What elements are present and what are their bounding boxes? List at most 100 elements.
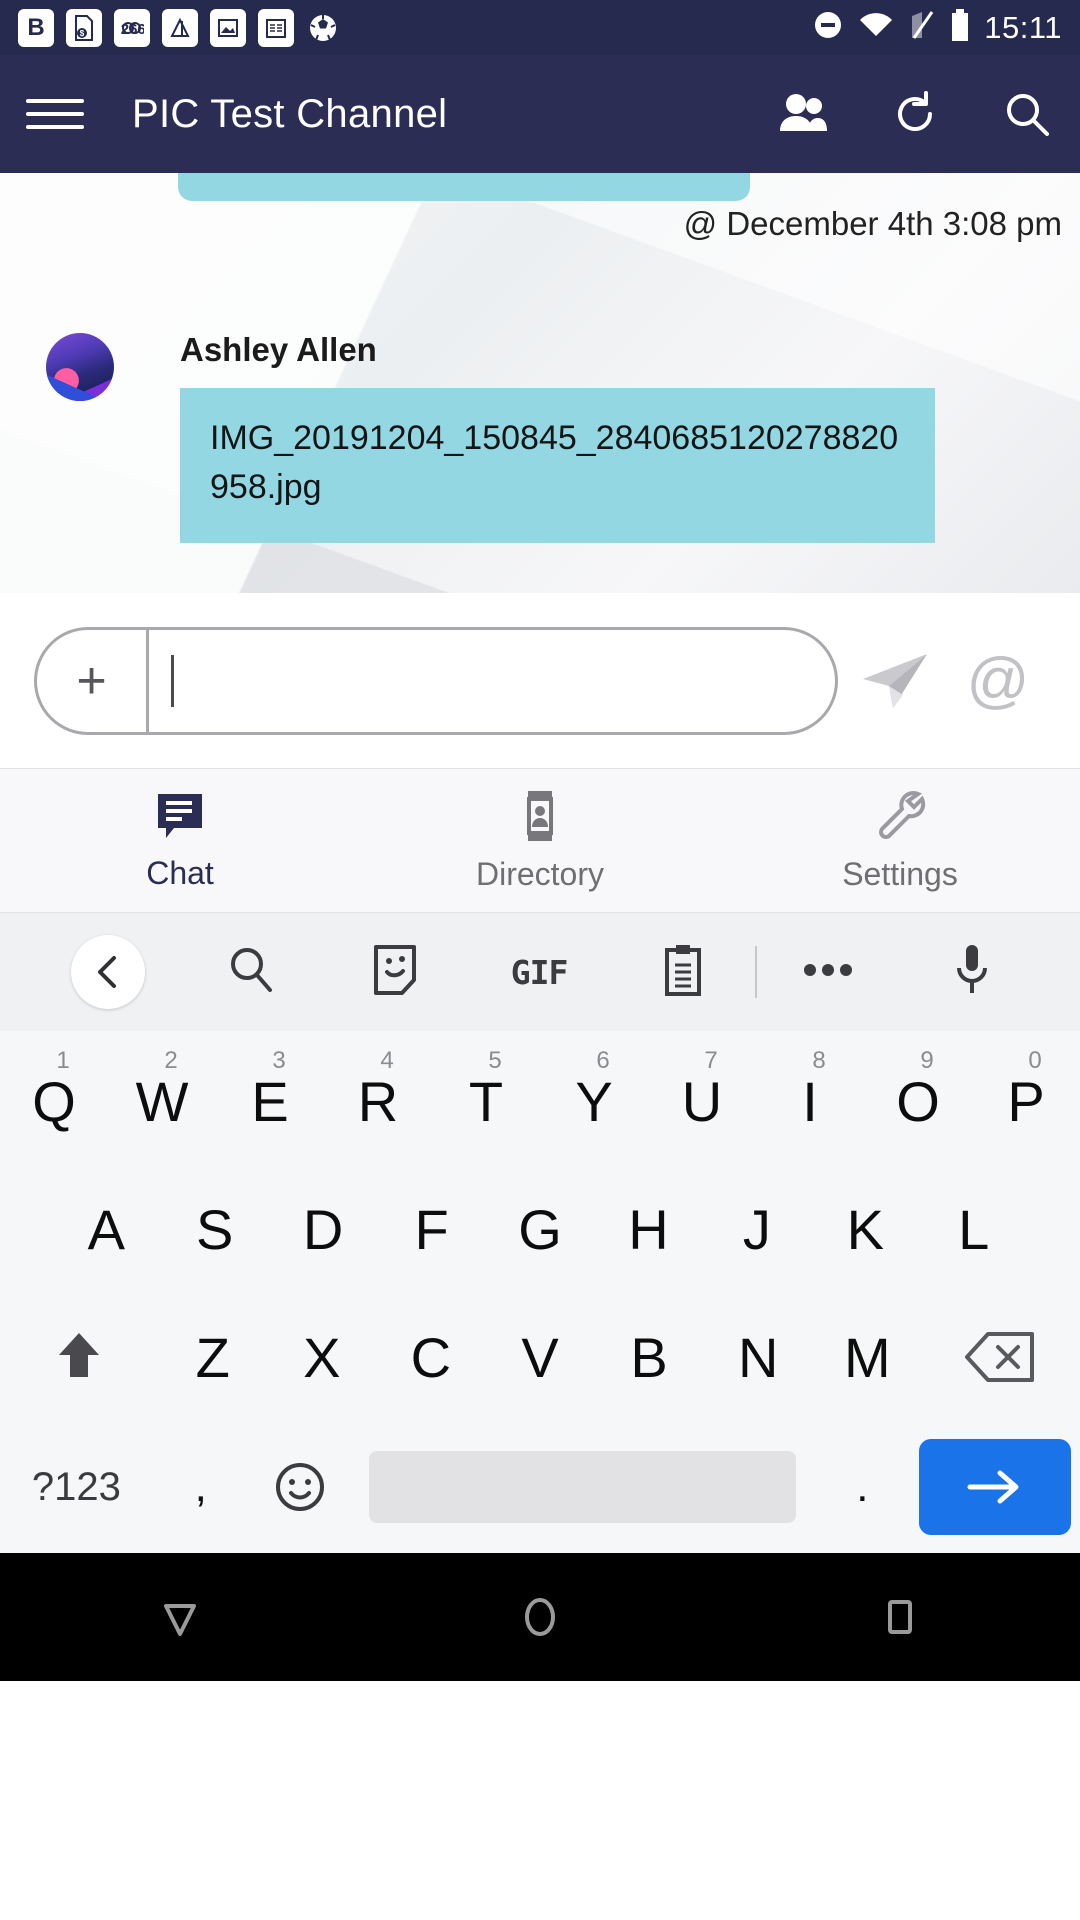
- key-X[interactable]: X: [267, 1293, 376, 1421]
- comma-key[interactable]: ,: [153, 1462, 249, 1512]
- keyboard-back-button[interactable]: [36, 935, 180, 1009]
- gif-icon: GIF: [510, 952, 569, 992]
- mention-button[interactable]: @: [950, 645, 1046, 716]
- keyboard-more-button[interactable]: [757, 960, 901, 985]
- keyboard-search-button[interactable]: [180, 945, 324, 1000]
- add-attachment-button[interactable]: +: [37, 629, 149, 732]
- key-K[interactable]: K: [811, 1165, 919, 1293]
- key-P[interactable]: 0P: [972, 1037, 1080, 1165]
- keyboard-sticker-button[interactable]: [323, 944, 467, 1001]
- key-sup: 9: [920, 1047, 934, 1074]
- chat-bubble-icon: [152, 790, 208, 847]
- key-V[interactable]: V: [485, 1293, 594, 1421]
- do-not-disturb-icon: [812, 9, 844, 46]
- bottom-tab-bar: Chat Directory Settings: [0, 769, 1080, 913]
- keyboard-mic-button[interactable]: [900, 943, 1044, 1002]
- key-C[interactable]: C: [376, 1293, 485, 1421]
- message-bubble[interactable]: IMG_20191204_150845_2840685120278820958.…: [180, 388, 935, 543]
- android-navigation-bar: [0, 1553, 1080, 1681]
- key-U[interactable]: 7U: [648, 1037, 756, 1165]
- key-O[interactable]: 9O: [864, 1037, 972, 1165]
- photos-app-icon: [210, 8, 246, 47]
- invoice-app-icon: $: [66, 8, 102, 47]
- more-options-icon: [801, 960, 855, 985]
- keyboard-keys: 1Q 2W 3E 4R 5T 6Y 7U 8I 9O 0P A S D F G …: [0, 1031, 1080, 1553]
- key-A[interactable]: A: [52, 1165, 160, 1293]
- no-sim-icon: [908, 10, 936, 45]
- shift-key[interactable]: [0, 1293, 158, 1421]
- key-H[interactable]: H: [594, 1165, 702, 1293]
- message-sender-name: Ashley Allen: [180, 331, 377, 368]
- key-R[interactable]: 4R: [324, 1037, 432, 1165]
- back-button[interactable]: [0, 1590, 360, 1644]
- keyboard-clipboard-button[interactable]: [611, 943, 755, 1002]
- status-bar: B $ \u266B: [0, 0, 1080, 55]
- key-N[interactable]: N: [704, 1293, 813, 1421]
- key-L[interactable]: L: [920, 1165, 1028, 1293]
- key-D[interactable]: D: [269, 1165, 377, 1293]
- battery-icon: [950, 9, 970, 46]
- key-Q[interactable]: 1Q: [0, 1037, 108, 1165]
- enter-key[interactable]: [910, 1439, 1080, 1535]
- tab-directory[interactable]: Directory: [360, 769, 720, 912]
- refresh-icon[interactable]: [888, 87, 942, 141]
- key-S[interactable]: S: [160, 1165, 268, 1293]
- key-M[interactable]: M: [813, 1293, 922, 1421]
- recents-button[interactable]: [720, 1590, 1080, 1644]
- sticker-icon: [372, 944, 418, 1001]
- key-sup: 3: [272, 1047, 286, 1074]
- keyboard-gif-button[interactable]: GIF: [467, 953, 611, 992]
- ad-app-icon: [162, 8, 198, 47]
- composer-input-wrapper[interactable]: +: [34, 626, 838, 735]
- key-label: T: [468, 1069, 504, 1133]
- avatar[interactable]: [46, 333, 114, 401]
- enter-button[interactable]: [919, 1439, 1072, 1535]
- app-bar: PIC Test Channel: [0, 55, 1080, 173]
- wifi-icon: [858, 11, 894, 44]
- backspace-key[interactable]: [922, 1293, 1080, 1421]
- key-Z[interactable]: Z: [158, 1293, 267, 1421]
- soccer-ball-icon: [306, 9, 340, 47]
- key-label: W: [135, 1069, 189, 1133]
- key-B[interactable]: B: [595, 1293, 704, 1421]
- key-label: P: [1007, 1069, 1045, 1133]
- search-icon[interactable]: [1000, 87, 1054, 141]
- key-sup: 7: [704, 1047, 718, 1074]
- status-bar-notifications: B $ \u266B: [18, 8, 340, 47]
- key-Y[interactable]: 6Y: [540, 1037, 648, 1165]
- key-J[interactable]: J: [703, 1165, 811, 1293]
- back-chevron-icon[interactable]: [70, 935, 145, 1009]
- microphone-icon: [954, 943, 990, 1002]
- previous-message-bubble[interactable]: [178, 173, 750, 201]
- tab-settings[interactable]: Settings: [720, 769, 1080, 912]
- keyboard-row-1: 1Q 2W 3E 4R 5T 6Y 7U 8I 9O 0P: [0, 1037, 1080, 1165]
- tab-chat[interactable]: Chat: [0, 769, 360, 912]
- key-G[interactable]: G: [486, 1165, 594, 1293]
- key-label: E: [251, 1069, 289, 1133]
- keyboard-toolbar: GIF: [0, 913, 1080, 1031]
- app-bar-actions: [776, 87, 1054, 141]
- news-app-icon: [258, 8, 294, 47]
- key-T[interactable]: 5T: [432, 1037, 540, 1165]
- emoji-key[interactable]: [249, 1460, 351, 1514]
- virtual-keyboard: GIF 1Q 2W 3 E 4 R 5 T 6 Y 7 U 8 I 9 O 0 …: [0, 913, 1080, 1553]
- period-key[interactable]: .: [814, 1462, 910, 1512]
- symbols-key[interactable]: ?123: [0, 1465, 153, 1510]
- key-W[interactable]: 2W: [108, 1037, 216, 1165]
- key-E[interactable]: 3E: [216, 1037, 324, 1165]
- wrench-icon: [872, 789, 928, 848]
- home-button[interactable]: [360, 1590, 720, 1644]
- space-key[interactable]: [351, 1451, 815, 1523]
- key-label: I: [802, 1069, 818, 1133]
- key-I[interactable]: 8I: [756, 1037, 864, 1165]
- spacebar[interactable]: [369, 1451, 796, 1523]
- hamburger-menu-icon[interactable]: [26, 99, 84, 129]
- clipboard-icon: [662, 943, 704, 1002]
- people-icon[interactable]: [776, 87, 830, 141]
- key-sup: 8: [812, 1047, 826, 1074]
- message-input-field[interactable]: [149, 630, 835, 732]
- key-label: U: [681, 1069, 723, 1133]
- chat-message-list[interactable]: @ December 4th 3:08 pm Ashley Allen IMG_…: [0, 173, 1080, 593]
- send-button[interactable]: [838, 648, 950, 714]
- key-F[interactable]: F: [377, 1165, 485, 1293]
